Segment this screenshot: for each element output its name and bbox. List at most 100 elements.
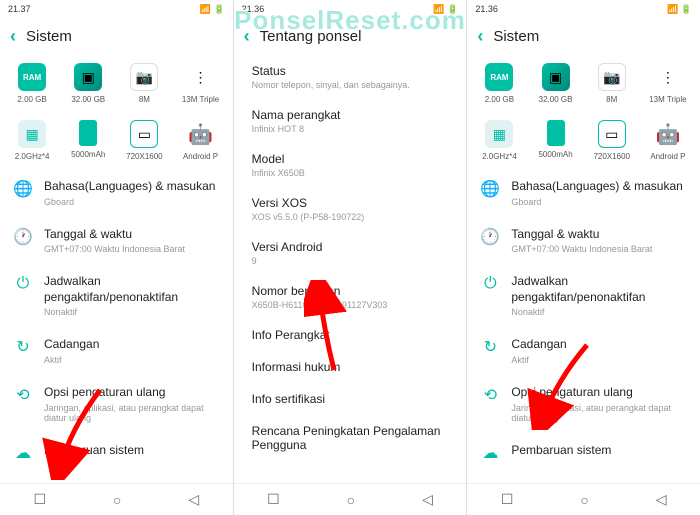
spec-item-triple: ⋮13M Triple (176, 63, 226, 104)
setting-title: Opsi pengaturan ulang (44, 385, 219, 401)
about-title: Nama perangkat (252, 108, 449, 122)
storage-icon: ▣ (74, 63, 102, 91)
cpu-icon: ▦ (18, 120, 46, 148)
spec-row-1: RAM2.00 GB▣32.00 GB📷8M⋮13M Triple (467, 55, 700, 112)
setting-item[interactable]: ⎘Buat cadangan dan kembalikan (0, 472, 233, 483)
setting-subtitle: Gboard (44, 197, 219, 207)
spec-label: Android P (183, 152, 218, 161)
nav-back-icon[interactable]: ◁ (422, 491, 433, 508)
setting-title: Opsi pengaturan ulang (511, 385, 686, 401)
res-icon: ▭ (130, 120, 158, 148)
power-icon: ⏻ (14, 275, 32, 293)
setting-item[interactable]: 🌐Bahasa(Languages) & masukanGboard (467, 169, 700, 217)
about-title: Info sertifikasi (252, 392, 449, 406)
about-item[interactable]: Versi Android9 (234, 231, 467, 275)
battery-icon (547, 120, 565, 146)
setting-item[interactable]: 🌐Bahasa(Languages) & masukanGboard (0, 169, 233, 217)
about-item[interactable]: Info Perangkat (234, 319, 467, 351)
spec-item-ram: RAM2.00 GB (7, 63, 57, 104)
setting-item[interactable]: ↻CadanganAktif (467, 327, 700, 375)
storage-icon: ▣ (542, 63, 570, 91)
about-subtitle: XOS v5.5.0 (P-P58-190722) (252, 212, 449, 222)
about-list[interactable]: StatusNomor telepon, sinyal, dan sebagai… (234, 55, 467, 483)
setting-title: Tanggal & waktu (44, 227, 219, 243)
spec-item-res: ▭ 720X1600 (119, 120, 169, 161)
about-subtitle: X650B-H6110JKO-P-191127V303 (252, 300, 449, 310)
cloud-icon: ☁ (481, 444, 499, 462)
settings-list[interactable]: 🌐Bahasa(Languages) & masukanGboard🕐Tangg… (0, 169, 233, 483)
spec-label: 5000mAh (538, 150, 572, 159)
phone-screen-1: 21.37 📶 🔋 ‹ Sistem RAM2.00 GB▣32.00 GB📷8… (0, 0, 234, 515)
spec-item-storage: ▣32.00 GB (63, 63, 113, 104)
spec-item-cpu: ▦2.0GHz*4 (7, 120, 57, 161)
navbar: ☐ ○ ◁ (467, 483, 700, 515)
back-icon[interactable]: ‹ (10, 26, 16, 47)
spec-label: 2.0GHz*4 (482, 152, 517, 161)
setting-title: Pembaruan sistem (511, 443, 686, 459)
clock-icon: 🕐 (481, 228, 499, 246)
page-title: Sistem (493, 28, 539, 45)
about-item[interactable]: ModelInfinix X650B (234, 143, 467, 187)
nav-recent-icon[interactable]: ☐ (501, 491, 514, 508)
setting-item[interactable]: ⟲Opsi pengaturan ulangJaringan, aplikasi… (0, 375, 233, 433)
about-subtitle: Infinix X650B (252, 168, 449, 178)
about-item[interactable]: Info sertifikasi (234, 383, 467, 415)
camera-icon: 📷 (130, 63, 158, 91)
setting-item[interactable]: 🕐Tanggal & waktuGMT+07:00 Waktu Indonesi… (0, 217, 233, 265)
setting-title: Bahasa(Languages) & masukan (44, 179, 219, 195)
about-item[interactable]: Versi XOS XOS v5.5.0 (P-P58-190722) (234, 187, 467, 231)
setting-item[interactable]: ☁Pembaruan sistem (0, 433, 233, 472)
phone-screen-2: 21.36 📶 🔋 ‹ Tentang ponsel StatusNomor t… (234, 0, 468, 515)
setting-item[interactable]: ⏻Jadwalkan pengaktifan/penonaktifanNonak… (467, 264, 700, 327)
nav-home-icon[interactable]: ○ (113, 492, 121, 508)
spec-item-battery: 5000mAh (531, 120, 581, 161)
statusbar-time: 21.36 (475, 4, 498, 14)
reset-icon: ⟲ (481, 386, 499, 404)
spec-item-camera: 📷8M (119, 63, 169, 104)
back-icon[interactable]: ‹ (477, 26, 483, 47)
battery-icon (79, 120, 97, 146)
nav-recent-icon[interactable]: ☐ (33, 491, 46, 508)
power-icon: ⏻ (481, 275, 499, 293)
ram-icon: RAM (485, 63, 513, 91)
spec-item-android: 🤖Android P (643, 120, 693, 161)
about-item[interactable]: StatusNomor telepon, sinyal, dan sebagai… (234, 55, 467, 99)
setting-title: Cadangan (511, 337, 686, 353)
spec-item-cpu: ▦ 2.0GHz*4 (474, 120, 524, 161)
spec-label: 13M Triple (649, 95, 686, 104)
nav-recent-icon[interactable]: ☐ (267, 491, 280, 508)
spec-row-2: ▦2.0GHz*45000mAh▭720X1600🤖Android P (0, 112, 233, 169)
nav-back-icon[interactable]: ◁ (656, 491, 667, 508)
watermark-text: PonselReset.com (234, 5, 466, 36)
spec-label: 720X1600 (126, 152, 162, 161)
ram-icon: RAM (18, 63, 46, 91)
about-title: Rencana Peningkatan Pengalaman Pengguna (252, 424, 449, 452)
cpu-icon: ▦ (485, 120, 513, 148)
about-item[interactable]: Informasi hukum (234, 351, 467, 383)
about-item[interactable]: Nama perangkatInfinix HOT 8 (234, 99, 467, 143)
about-title: Status (252, 64, 449, 78)
refresh-icon: ↻ (14, 338, 32, 356)
about-item[interactable]: Nomor bentukan X650B-H6110JKO-P-191127V30… (234, 275, 467, 319)
nav-home-icon[interactable]: ○ (580, 492, 588, 508)
about-title: Versi XOS (252, 196, 449, 210)
about-title: Versi Android (252, 240, 449, 254)
spec-row-2: ▦ 2.0GHz*4 5000mAh ▭720X1600🤖Android P (467, 112, 700, 169)
spec-label: 13M Triple (182, 95, 219, 104)
setting-item[interactable]: 🕐Tanggal & waktuGMT+07:00 Waktu Indonesi… (467, 217, 700, 265)
setting-item[interactable]: ⎘Buat cadangan dan kembalikan (467, 472, 700, 483)
page-title: Sistem (26, 28, 72, 45)
nav-home-icon[interactable]: ○ (347, 492, 355, 508)
spec-item-res: ▭720X1600 (587, 120, 637, 161)
navbar: ☐ ○ ◁ (234, 483, 467, 515)
about-item[interactable]: Rencana Peningkatan Pengalaman Pengguna (234, 415, 467, 461)
nav-back-icon[interactable]: ◁ (188, 491, 199, 508)
setting-item[interactable]: ↻CadanganAktif (0, 327, 233, 375)
header: ‹ Sistem (0, 18, 233, 55)
setting-item[interactable]: ⟲Opsi pengaturan ulangJaringan, aplikasi… (467, 375, 700, 433)
spec-item-storage: ▣32.00 GB (531, 63, 581, 104)
setting-item[interactable]: ⏻Jadwalkan pengaktifan/penonaktifanNonak… (0, 264, 233, 327)
setting-item[interactable]: ☁ Pembaruan sistem (467, 433, 700, 472)
about-title: Nomor bentukan (252, 284, 449, 298)
settings-list[interactable]: 🌐Bahasa(Languages) & masukanGboard🕐Tangg… (467, 169, 700, 483)
